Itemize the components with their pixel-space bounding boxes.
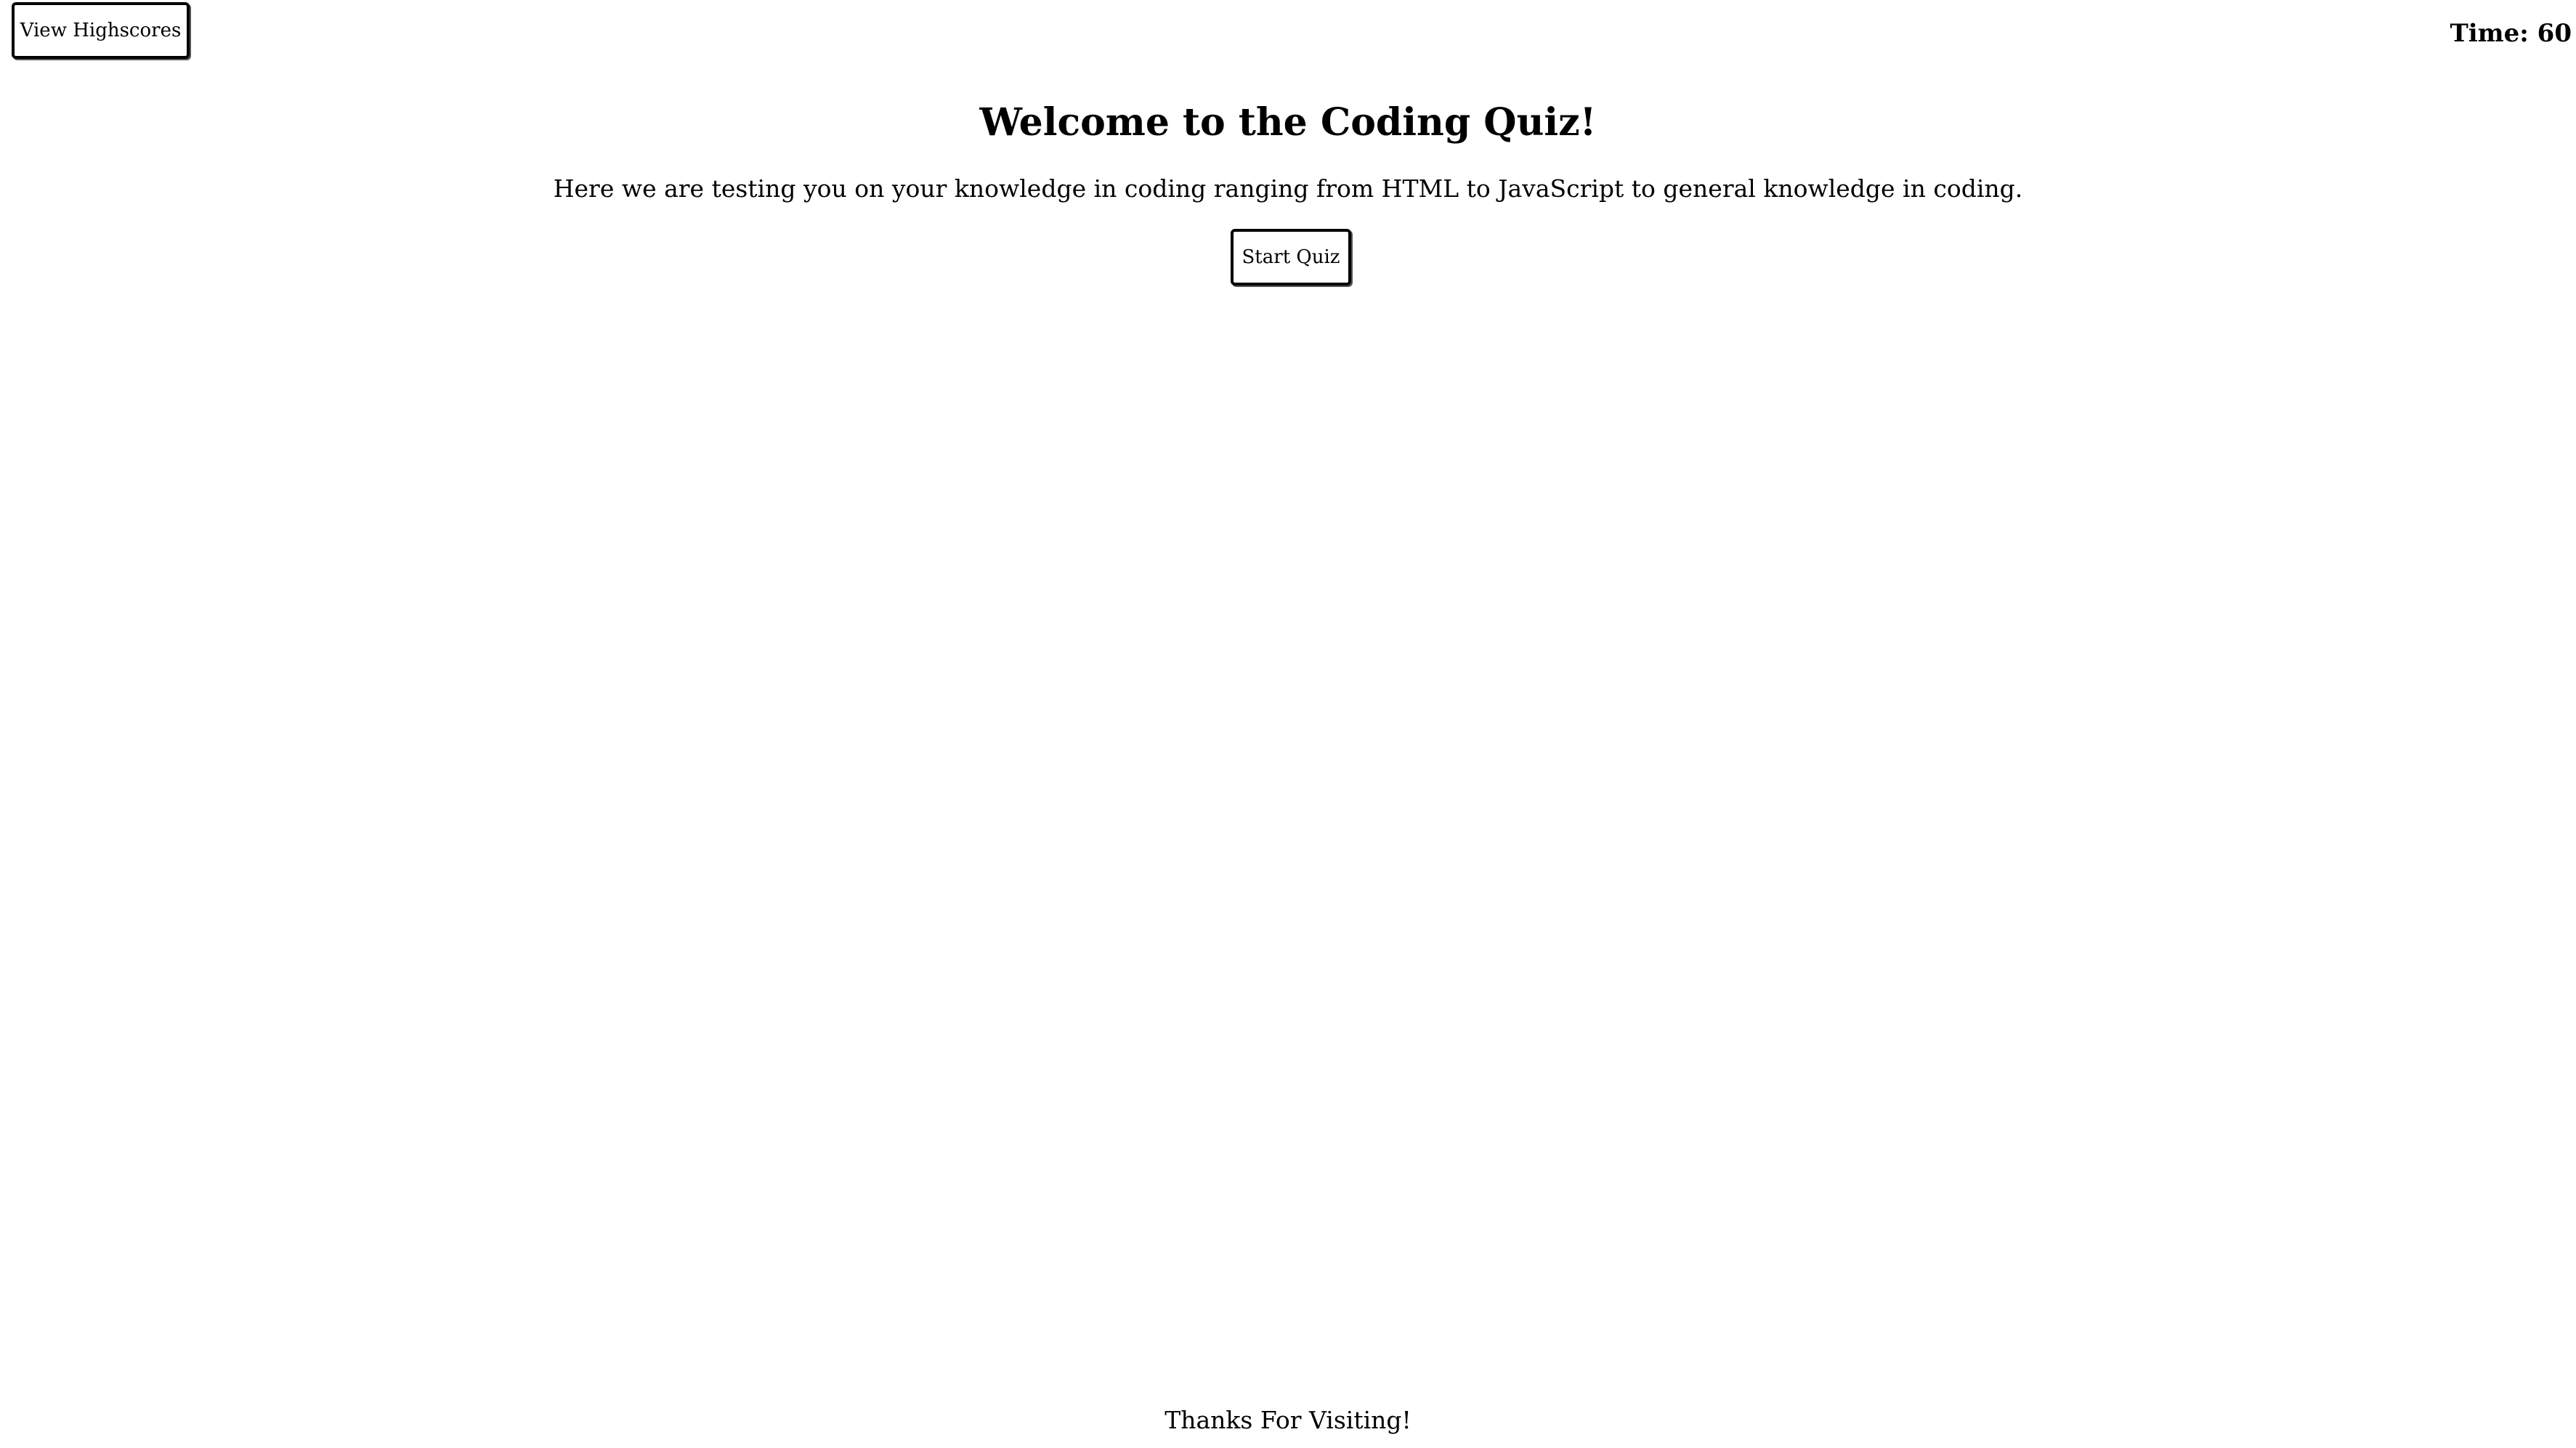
start-quiz-button[interactable]: Start Quiz	[1231, 229, 1351, 286]
footer-text: Thanks For Visiting!	[1165, 1406, 1411, 1434]
intro-text: Here we are testing you on your knowledg…	[553, 174, 2023, 203]
timer-display: Time: 60	[2450, 19, 2572, 48]
page-title: Welcome to the Coding Quiz!	[979, 100, 1597, 145]
quiz-page: View Highscores Time: 60 Welcome to the …	[0, 0, 2576, 1448]
view-highscores-button[interactable]: View Highscores	[12, 2, 190, 59]
